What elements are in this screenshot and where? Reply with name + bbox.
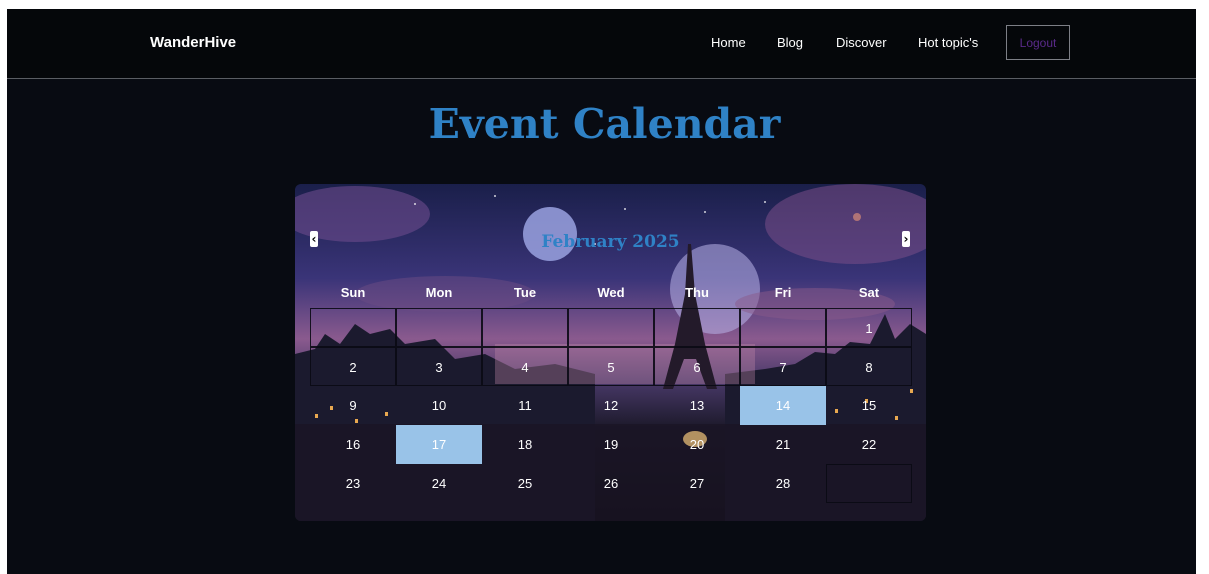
calendar-empty-cell [396,308,482,347]
weekday-header: Thu [685,285,709,300]
calendar-day-cell[interactable]: 5 [568,347,654,386]
calendar-empty-cell [740,308,826,347]
nav-link-blog[interactable]: Blog [777,35,803,50]
calendar-day-cell[interactable]: 26 [568,464,654,503]
calendar-day-cell[interactable]: 20 [654,425,740,464]
calendar-day-cell[interactable]: 24 [396,464,482,503]
calendar-day-cell[interactable]: 16 [310,425,396,464]
calendar-day-cell[interactable]: 7 [740,347,826,386]
weekday-header: Mon [425,285,453,300]
weekday-header: Sat [858,285,880,300]
nav-link-discover[interactable]: Discover [836,35,887,50]
calendar-day-cell[interactable]: 28 [740,464,826,503]
calendar-day-cell[interactable]: 9 [310,386,396,425]
calendar-day-cell[interactable]: 15 [826,386,912,425]
calendar-day-cell[interactable]: 10 [396,386,482,425]
calendar-day-cell[interactable]: 4 [482,347,568,386]
calendar-day-cell[interactable]: 23 [310,464,396,503]
calendar-day-cell[interactable]: 14 [740,386,826,425]
event-calendar: ‹ › February 2025 Sun Mon Tue Wed Thu Fr… [295,184,926,521]
calendar-day-cell[interactable]: 27 [654,464,740,503]
calendar-month-title: February 2025 [541,232,680,252]
calendar-day-cell[interactable]: 13 [654,386,740,425]
weekday-header: Wed [597,285,625,300]
calendar-day-cell[interactable]: 21 [740,425,826,464]
calendar-day-cell[interactable]: 18 [482,425,568,464]
calendar-day-cell[interactable]: 8 [826,347,912,386]
calendar-day-cell[interactable]: 19 [568,425,654,464]
calendar-day-cell[interactable]: 12 [568,386,654,425]
calendar-day-cell[interactable]: 2 [310,347,396,386]
nav-link-home[interactable]: Home [711,35,746,50]
weekday-header: Tue [513,285,537,300]
brand-logo[interactable]: WanderHive [150,34,236,51]
calendar-empty-cell [310,308,396,347]
calendar-day-cell[interactable]: 3 [396,347,482,386]
calendar-day-cell[interactable]: 6 [654,347,740,386]
calendar-day-cell[interactable]: 25 [482,464,568,503]
calendar-day-cell[interactable]: 1 [826,308,912,347]
calendar-day-cell[interactable]: 17 [396,425,482,464]
weekday-header: Fri [774,285,792,300]
logout-button[interactable]: Logout [1006,25,1070,60]
weekday-header: Sun [340,285,366,300]
calendar-empty-cell [482,308,568,347]
calendar-empty-cell [654,308,740,347]
top-navbar: WanderHive Home Blog Discover Hot topic'… [7,9,1196,79]
page-title: Event Calendar [428,100,781,148]
calendar-day-cell[interactable]: 22 [826,425,912,464]
calendar-day-cell[interactable]: 11 [482,386,568,425]
nav-link-hot-topics[interactable]: Hot topic's [918,35,978,50]
calendar-empty-cell [568,308,654,347]
calendar-day-grid: 1 2 3 4 5 6 7 8 9 10 11 12 13 14 15 16 17 18 19 20 21 22 23 24 2… [310,308,912,503]
calendar-empty-cell [826,464,912,503]
